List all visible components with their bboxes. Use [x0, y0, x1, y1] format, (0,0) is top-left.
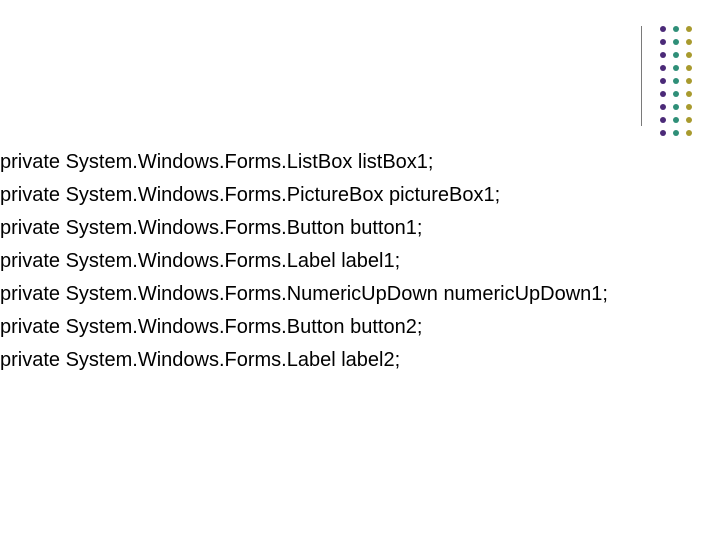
code-line: private System.Windows.Forms.NumericUpDo… [0, 280, 608, 309]
code-line: private System.Windows.Forms.ListBox lis… [0, 148, 608, 177]
divider-line [641, 26, 642, 126]
corner-decoration [641, 26, 692, 136]
code-line: private System.Windows.Forms.Label label… [0, 346, 608, 375]
code-block: private System.Windows.Forms.ListBox lis… [0, 148, 608, 379]
code-line: private System.Windows.Forms.Button butt… [0, 214, 608, 243]
code-line: private System.Windows.Forms.PictureBox … [0, 181, 608, 210]
code-line: private System.Windows.Forms.Label label… [0, 247, 608, 276]
code-line: private System.Windows.Forms.Button butt… [0, 313, 608, 342]
dot-grid-icon [660, 26, 692, 136]
